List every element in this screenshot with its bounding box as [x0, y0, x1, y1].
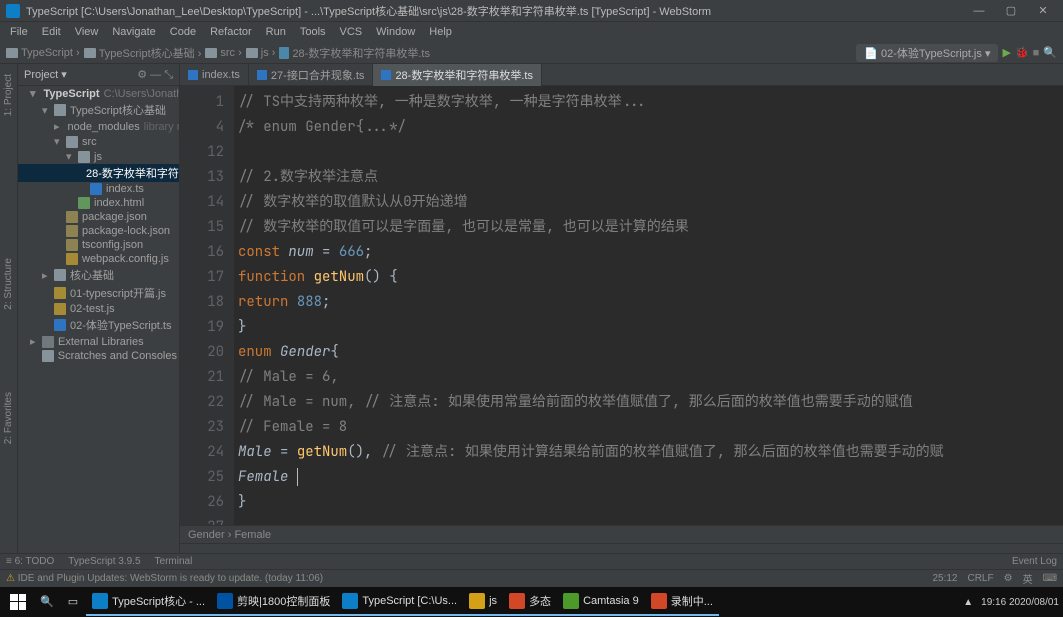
line-gutter: 141213141516171819202122232425262728 — [180, 86, 234, 525]
debug-button[interactable]: 🐞 — [1015, 46, 1029, 59]
event-log[interactable]: Event Log — [1012, 556, 1057, 567]
menu-window[interactable]: Window — [370, 24, 421, 40]
left-tool-strip: 1: Project 2: Structure 2: Favorites — [0, 64, 18, 553]
code-editor[interactable]: // TS中支持两种枚举, 一种是数字枚举, 一种是字符串枚举.../* enu… — [234, 86, 1063, 525]
tree-node[interactable]: 28-数字枚举和字符串枚举.ts — [18, 164, 179, 182]
editor-tab[interactable]: 27-接口合并现象.ts — [249, 64, 374, 86]
start-button[interactable] — [4, 588, 32, 616]
menu-edit[interactable]: Edit — [36, 24, 67, 40]
search-taskbar-icon[interactable]: 🔍 — [34, 588, 60, 616]
status-indicator[interactable]: ⌨ — [1043, 573, 1057, 584]
status-indicator[interactable]: 25:12 — [932, 573, 957, 584]
status-bar: ⚠ IDE and Plugin Updates: WebStorm is re… — [0, 569, 1063, 587]
editor-breadcrumb[interactable]: Gender › Female — [180, 525, 1063, 543]
crumb-segment[interactable]: js › — [246, 47, 276, 59]
tray-item[interactable]: 19:16 2020/08/01 — [981, 597, 1059, 608]
tree-node[interactable]: 02-test.js — [18, 302, 179, 316]
editor-tab[interactable]: 28-数字枚举和字符串枚举.ts — [373, 64, 542, 86]
menu-view[interactable]: View — [69, 24, 105, 40]
menu-refactor[interactable]: Refactor — [204, 24, 258, 40]
stop-button[interactable]: ■ — [1033, 47, 1040, 59]
taskbar-app[interactable]: 录制中... — [645, 588, 719, 616]
editor-tab[interactable]: index.ts — [180, 64, 249, 86]
tree-node[interactable]: ▸node_modules library root — [18, 119, 179, 134]
taskbar-app[interactable]: 多态 — [503, 588, 557, 616]
warning-icon: ⚠ — [6, 573, 15, 584]
tree-node[interactable]: index.ts — [18, 182, 179, 196]
window-title: TypeScript [C:\Users\Jonathan_Lee\Deskto… — [26, 3, 711, 19]
project-tree[interactable]: ▾TypeScript C:\Users\Jonathan_Lee\Deskto… — [18, 86, 179, 553]
tree-root[interactable]: ▾TypeScript C:\Users\Jonathan_Lee\Deskto — [18, 86, 179, 101]
task-view-icon[interactable]: ▭ — [62, 588, 84, 616]
tree-node[interactable]: ▾src — [18, 134, 179, 149]
editor-tabs: index.ts27-接口合并现象.ts28-数字枚举和字符串枚举.ts — [180, 64, 1063, 86]
menu-bar: FileEditViewNavigateCodeRefactorRunTools… — [0, 22, 1063, 42]
close-button[interactable]: ✕ — [1029, 3, 1057, 19]
tree-node[interactable]: ▸External Libraries — [18, 334, 179, 349]
tree-node[interactable]: webpack.config.js — [18, 252, 179, 266]
taskbar-app[interactable]: js — [463, 588, 503, 616]
menu-file[interactable]: File — [4, 24, 34, 40]
status-indicator[interactable]: ⚙ — [1004, 573, 1013, 584]
minimize-button[interactable]: — — [965, 3, 993, 19]
taskbar-app[interactable]: TypeScript核心 - ... — [86, 588, 211, 616]
tree-node[interactable]: ▾TypeScript核心基础 — [18, 101, 179, 119]
terminal-tool[interactable]: Terminal — [155, 556, 193, 567]
menu-tools[interactable]: Tools — [294, 24, 332, 40]
run-button[interactable]: ▶ — [1002, 46, 1010, 59]
tool-structure[interactable]: 2: Structure — [3, 252, 14, 316]
maximize-button[interactable]: ▢ — [997, 3, 1025, 19]
taskbar-app[interactable]: Camtasia 9 — [557, 588, 645, 616]
crumb-segment[interactable]: src › — [205, 47, 241, 59]
crumb-segment[interactable]: TypeScript › — [6, 47, 80, 59]
taskbar-app[interactable]: TypeScript [C:\Us... — [336, 588, 463, 616]
tree-node[interactable]: ▸核心基础 — [18, 266, 179, 284]
menu-code[interactable]: Code — [164, 24, 202, 40]
tree-node[interactable]: 02-体验TypeScript.ts — [18, 316, 179, 334]
tool-favorites[interactable]: 2: Favorites — [3, 386, 14, 450]
tree-node[interactable]: Scratches and Consoles — [18, 349, 179, 363]
project-tool-window: Project ▾ ⚙ — ⤡ ▾TypeScript C:\Users\Jon… — [18, 64, 180, 553]
tray-item[interactable]: ▲ — [963, 597, 973, 608]
window-titlebar: TypeScript [C:\Users\Jonathan_Lee\Deskto… — [0, 0, 1063, 22]
todo-tool[interactable]: ≡ 6: TODO — [6, 556, 54, 567]
run-controls: 📄 02-体验TypeScript.js ▾ ▶ 🐞 ■ 🔍 — [856, 44, 1057, 62]
status-message[interactable]: IDE and Plugin Updates: WebStorm is read… — [18, 573, 323, 584]
status-indicator[interactable]: 英 — [1023, 571, 1033, 586]
tree-node[interactable]: package-lock.json — [18, 224, 179, 238]
editor-area: index.ts27-接口合并现象.ts28-数字枚举和字符串枚举.ts 141… — [180, 64, 1063, 553]
app-icon — [6, 4, 20, 18]
nav-bar: TypeScript › TypeScript核心基础 ›src › js ›28-… — [0, 42, 1063, 64]
status-indicator[interactable]: CRLF — [967, 573, 993, 584]
tree-node[interactable]: package.json — [18, 210, 179, 224]
menu-run[interactable]: Run — [260, 24, 292, 40]
project-settings-icon[interactable]: ⚙ — ⤡ — [137, 68, 173, 82]
tree-node[interactable]: tsconfig.json — [18, 238, 179, 252]
menu-navigate[interactable]: Navigate — [106, 24, 161, 40]
typescript-tool[interactable]: TypeScript 3.9.5 — [68, 556, 140, 567]
tree-node[interactable]: ▾js — [18, 149, 179, 164]
tool-project[interactable]: 1: Project — [3, 68, 14, 122]
taskbar-app[interactable]: 剪映|1800控制面板 — [211, 588, 336, 616]
horizontal-scrollbar[interactable] — [180, 543, 1063, 553]
menu-vcs[interactable]: VCS — [334, 24, 369, 40]
windows-taskbar: 🔍 ▭ TypeScript核心 - ...剪映|1800控制面板TypeScr… — [0, 587, 1063, 617]
bottom-tool-buttons: ≡ 6: TODO TypeScript 3.9.5 Terminal Even… — [0, 553, 1063, 569]
search-icon[interactable]: 🔍 — [1043, 46, 1057, 59]
project-view-label[interactable]: Project — [24, 69, 58, 81]
crumb-segment[interactable]: TypeScript核心基础 › — [84, 45, 202, 61]
tree-node[interactable]: index.html — [18, 196, 179, 210]
menu-help[interactable]: Help — [423, 24, 458, 40]
crumb-segment[interactable]: 28-数字枚举和字符串枚举.ts — [279, 45, 430, 61]
tree-node[interactable]: 01-typescript开篇.js — [18, 284, 179, 302]
run-config-selector[interactable]: 📄 02-体验TypeScript.js ▾ — [856, 44, 998, 62]
breadcrumbs[interactable]: TypeScript › TypeScript核心基础 ›src › js ›28-… — [6, 45, 430, 61]
